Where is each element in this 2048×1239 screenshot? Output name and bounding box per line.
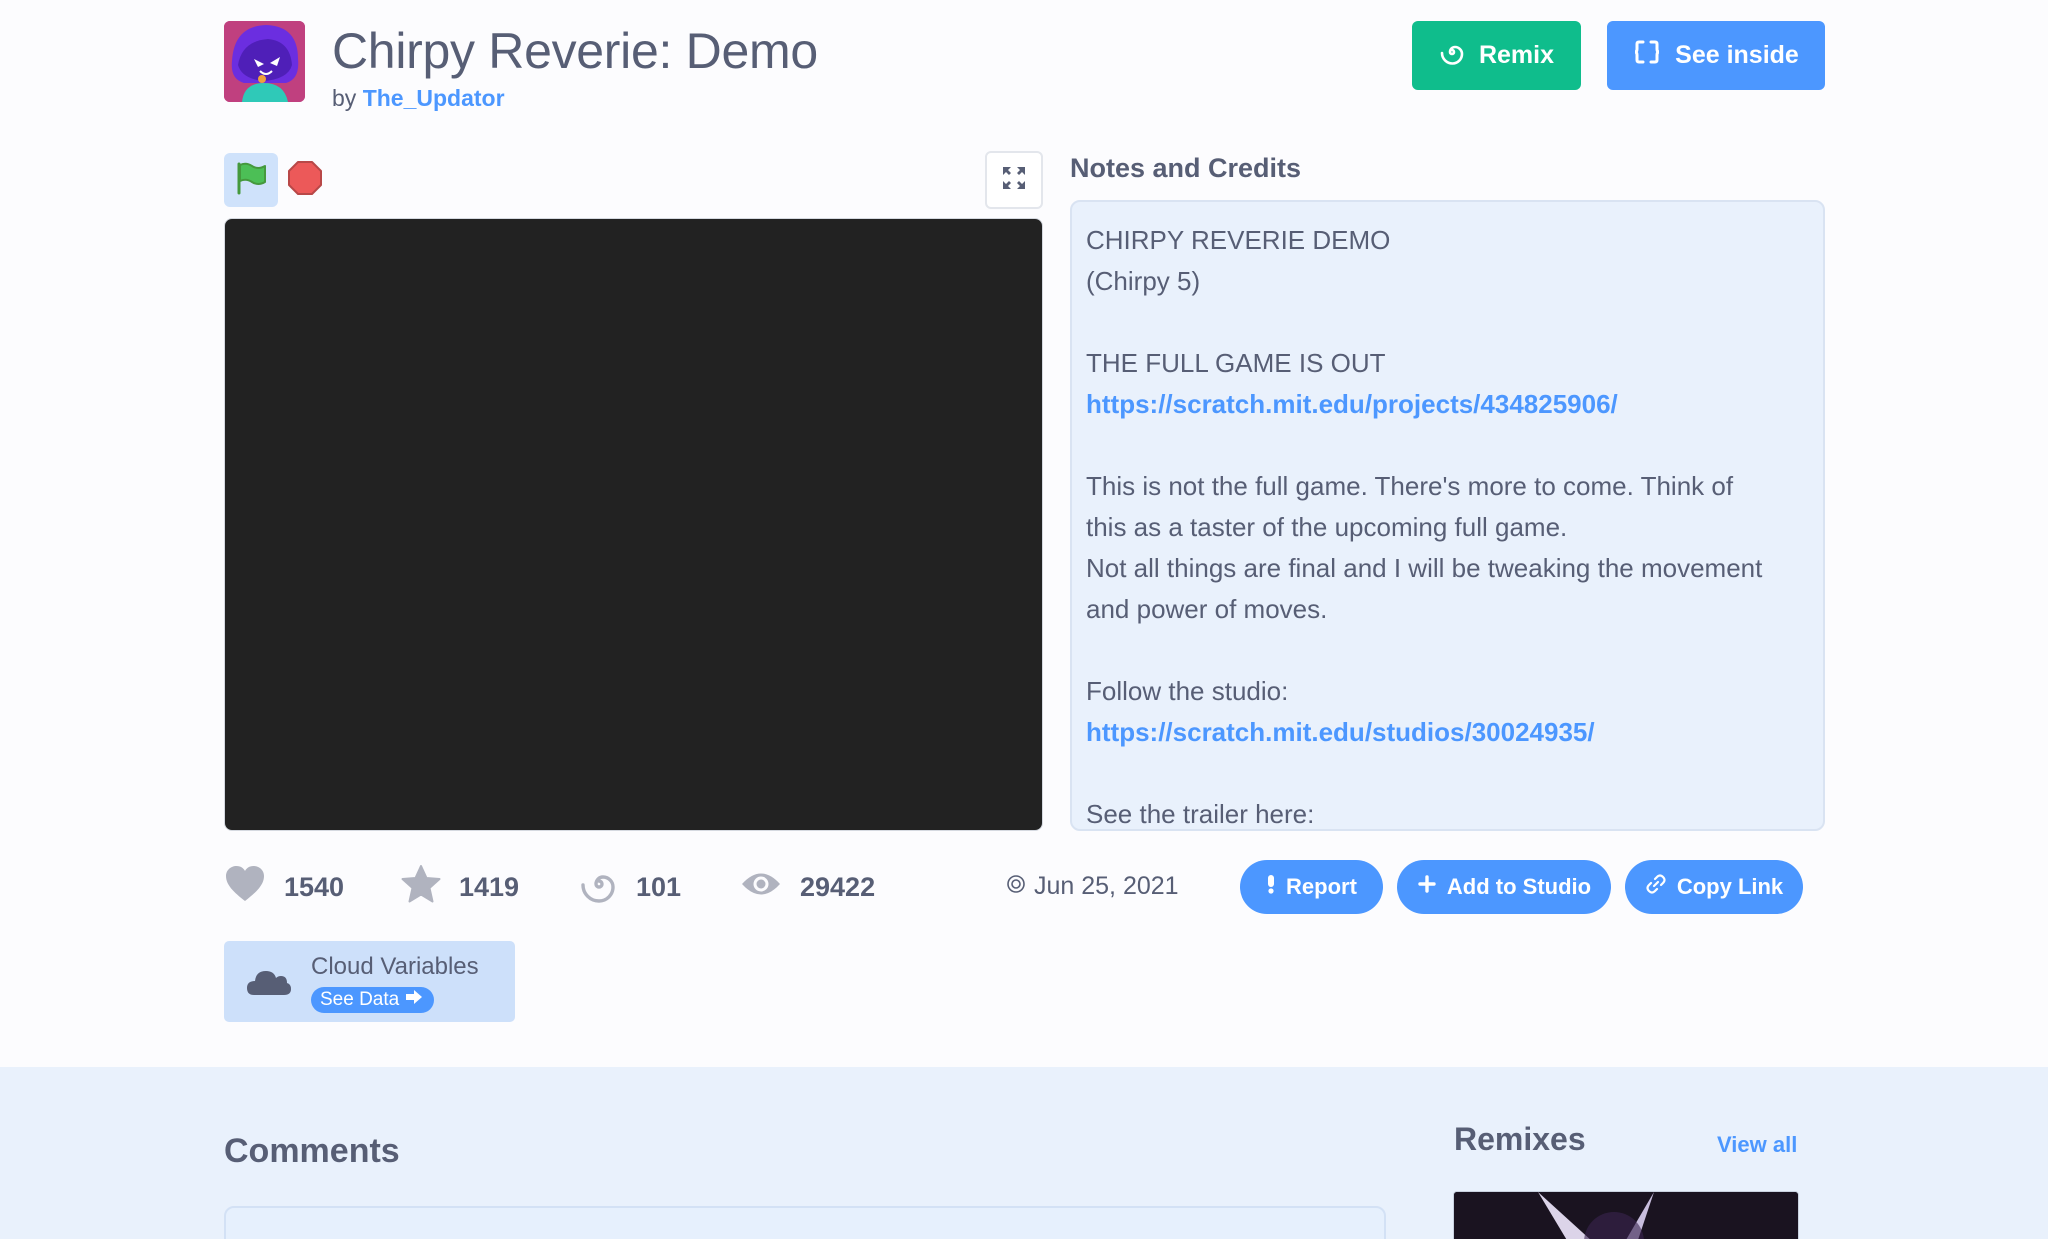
remix-thumbnail[interactable] <box>1453 1191 1799 1239</box>
notes-line: This is not the full game. There's more … <box>1086 471 1734 501</box>
see-inside-icon <box>1633 38 1661 73</box>
remix-button[interactable]: Remix <box>1412 21 1581 90</box>
views-stat: 29422 <box>740 862 875 912</box>
stop-button[interactable] <box>287 160 323 201</box>
green-flag-button[interactable] <box>224 153 278 207</box>
view-all-remixes-link[interactable]: View all <box>1717 1132 1797 1158</box>
notes-line: and power of moves. <box>1086 594 1328 624</box>
notes-line: See the trailer here: <box>1086 799 1315 829</box>
views-count: 29422 <box>800 871 876 902</box>
fullscreen-button[interactable] <box>985 151 1043 209</box>
exclamation-icon <box>1266 874 1276 900</box>
see-data-button[interactable]: See Data <box>311 987 435 1013</box>
notes-line: this as a taster of the upcoming full ga… <box>1086 512 1568 542</box>
link-icon <box>1645 873 1667 901</box>
remix-spiral-icon <box>1439 39 1465 72</box>
remix-count: 101 <box>636 871 682 902</box>
notes-line: Not all things are final and I will be t… <box>1086 553 1763 583</box>
project-title: Chirpy Reverie: Demo <box>332 23 818 79</box>
share-date-icon <box>1006 872 1026 901</box>
byline-prefix: by <box>332 85 357 111</box>
heart-icon <box>224 865 266 910</box>
project-stage[interactable] <box>224 218 1043 831</box>
author-avatar[interactable] <box>224 21 305 102</box>
notes-line <box>1086 302 1809 343</box>
notes-label: Notes and Credits <box>1070 153 1302 183</box>
copy-link-label: Copy Link <box>1676 874 1784 899</box>
notes-line: THE FULL GAME IS OUT <box>1086 348 1386 378</box>
comment-input[interactable] <box>224 1206 1386 1239</box>
arrow-right-icon <box>404 989 424 1011</box>
notes-box: CHIRPY REVERIE DEMO (Chirpy 5) THE FULL … <box>1070 200 1825 831</box>
notes-link[interactable]: https://scratch.mit.edu/projects/4348259… <box>1086 384 1809 425</box>
author-link[interactable]: The_Updator <box>363 85 505 111</box>
notes-line <box>1086 630 1809 671</box>
add-to-studio-button[interactable]: Add to Studio <box>1397 860 1611 914</box>
see-inside-button-label: See inside <box>1675 41 1799 69</box>
cloud-icon <box>246 967 292 1002</box>
favorite-count: 1419 <box>459 871 520 902</box>
remix-spiral-icon <box>580 865 618 910</box>
love-stat[interactable]: 1540 <box>224 862 344 912</box>
plus-icon <box>1417 874 1437 900</box>
fullscreen-icon <box>1000 164 1028 197</box>
star-icon <box>401 864 441 910</box>
remixes-title: Remixes <box>1454 1121 1586 1157</box>
copy-link-button[interactable]: Copy Link <box>1625 860 1803 914</box>
report-label: Report <box>1286 874 1357 899</box>
green-flag-icon <box>233 160 269 201</box>
comments-title: Comments <box>224 1132 400 1170</box>
stop-icon <box>287 160 323 201</box>
byline: by The_Updator <box>332 85 505 112</box>
report-button[interactable]: Report <box>1240 860 1383 914</box>
eye-icon <box>740 869 782 906</box>
favorite-stat[interactable]: 1419 <box>401 862 519 912</box>
remix-stat: 101 <box>580 862 681 912</box>
add-to-studio-label: Add to Studio <box>1446 874 1592 899</box>
cloud-variables-panel: Cloud Variables See Data <box>224 941 515 1022</box>
remix-button-label: Remix <box>1478 41 1555 69</box>
notes-link[interactable]: https://scratch.mit.edu/studios/30024935… <box>1086 712 1809 753</box>
see-inside-button[interactable]: See inside <box>1607 21 1825 90</box>
share-date: Jun 25, 2021 <box>1006 872 1179 901</box>
notes-line: CHIRPY REVERIE DEMO <box>1086 225 1391 255</box>
notes-line <box>1086 753 1809 794</box>
share-date-text: Jun 25, 2021 <box>1034 872 1179 900</box>
cloud-variables-title: Cloud Variables <box>311 953 479 980</box>
notes-line: Follow the studio: <box>1086 676 1289 706</box>
notes-line <box>1086 425 1809 466</box>
see-data-label: See Data <box>320 989 400 1010</box>
notes-line: (Chirpy 5) <box>1086 266 1201 296</box>
love-count: 1540 <box>284 871 345 902</box>
